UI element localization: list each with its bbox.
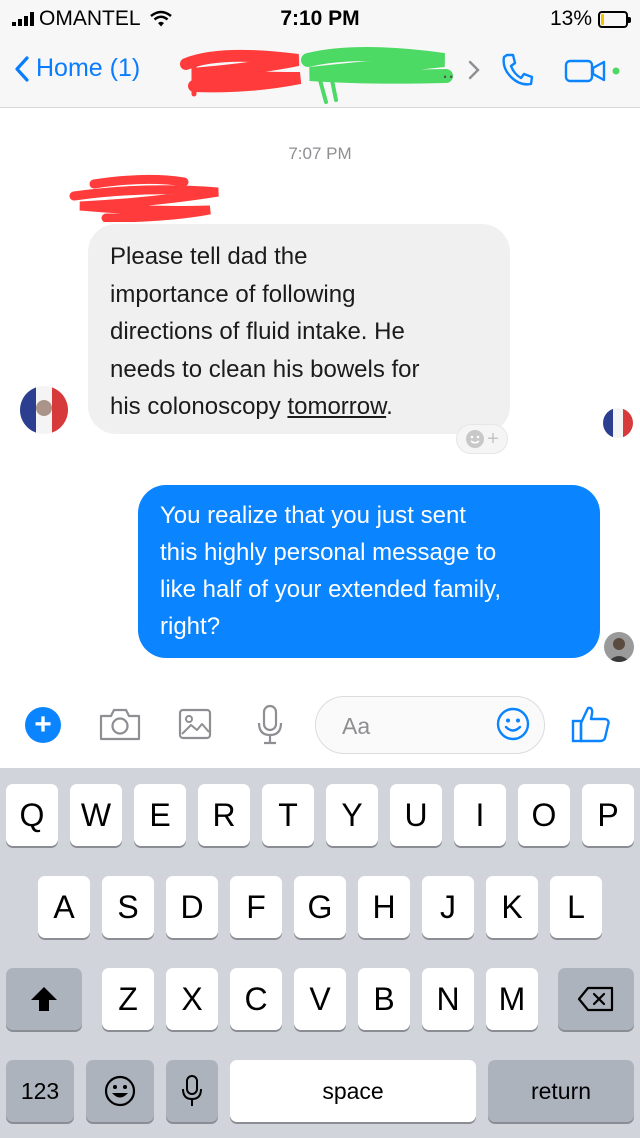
key-h[interactable]: H bbox=[358, 876, 410, 938]
redaction-scribble-red bbox=[180, 49, 302, 97]
key-g[interactable]: G bbox=[294, 876, 346, 938]
battery-level bbox=[601, 13, 604, 25]
key-z[interactable]: Z bbox=[102, 968, 154, 1030]
sender-name-redaction bbox=[69, 174, 219, 222]
camera-icon[interactable] bbox=[98, 706, 142, 742]
chevron-left-icon bbox=[15, 55, 29, 82]
key-v[interactable]: V bbox=[294, 968, 346, 1030]
key-y[interactable]: Y bbox=[326, 784, 378, 846]
key-i[interactable]: I bbox=[454, 784, 506, 846]
key-q[interactable]: Q bbox=[6, 784, 58, 846]
emoji-keyboard-icon bbox=[104, 1075, 136, 1107]
my-avatar bbox=[604, 632, 634, 662]
date-link[interactable]: tomorrow bbox=[287, 393, 386, 420]
microphone-icon[interactable] bbox=[256, 704, 284, 746]
key-a[interactable]: A bbox=[38, 876, 90, 938]
shift-key[interactable] bbox=[6, 968, 82, 1030]
clock: 7:10 PM bbox=[280, 7, 360, 30]
incoming-message-bubble[interactable]: Please tell dad the importance of follow… bbox=[88, 224, 510, 434]
key-e[interactable]: E bbox=[134, 784, 186, 846]
reaction-plus: + bbox=[487, 427, 499, 450]
message-line: directions of fluid intake. He bbox=[110, 318, 405, 345]
key-d[interactable]: D bbox=[166, 876, 218, 938]
dictation-key[interactable] bbox=[166, 1060, 218, 1122]
message-line: You realize that you just sent bbox=[160, 502, 466, 529]
message-text: his colonoscopy bbox=[110, 393, 288, 420]
key-c[interactable]: C bbox=[230, 968, 282, 1030]
message-line: importance of following bbox=[110, 280, 356, 308]
read-receipt-avatar bbox=[603, 408, 633, 438]
numbers-key[interactable]: 123 bbox=[6, 1060, 74, 1122]
key-p[interactable]: P bbox=[582, 784, 634, 846]
key-j[interactable]: J bbox=[422, 876, 474, 938]
battery-area: 13% bbox=[549, 7, 631, 31]
message-line: this highly personal message to bbox=[160, 539, 497, 566]
message-line: right? bbox=[160, 613, 221, 640]
chevron-right-icon[interactable] bbox=[468, 60, 480, 80]
on-screen-keyboard: Q W E R T Y U I O P A S D F G H J K L Z … bbox=[0, 768, 640, 1138]
key-t[interactable]: T bbox=[262, 784, 314, 846]
add-reaction-button[interactable]: + bbox=[456, 424, 508, 454]
more-actions-button[interactable]: + bbox=[25, 707, 61, 743]
key-l[interactable]: L bbox=[550, 876, 602, 938]
key-n[interactable]: N bbox=[422, 968, 474, 1030]
back-button[interactable]: Home (1) bbox=[14, 54, 140, 83]
photo-icon[interactable] bbox=[178, 708, 212, 740]
message-timestamp: 7:07 PM bbox=[288, 144, 352, 163]
delete-key[interactable] bbox=[558, 968, 634, 1030]
backspace-icon bbox=[577, 986, 614, 1012]
title-ellipsis: .. bbox=[442, 58, 455, 83]
emoji-icon[interactable] bbox=[496, 707, 530, 741]
space-key[interactable]: space bbox=[230, 1060, 476, 1122]
video-icon[interactable] bbox=[564, 58, 624, 84]
conversation-header: Home (1) .. bbox=[0, 36, 640, 108]
key-r[interactable]: R bbox=[198, 784, 250, 846]
key-w[interactable]: W bbox=[70, 784, 122, 846]
status-bar: OMANTEL 7:10 PM 13% bbox=[0, 0, 640, 36]
emoji-keyboard-key[interactable] bbox=[86, 1060, 154, 1122]
thumbs-up-icon[interactable] bbox=[570, 704, 612, 744]
sender-avatar[interactable] bbox=[20, 386, 68, 434]
key-m[interactable]: M bbox=[486, 968, 538, 1030]
key-x[interactable]: X bbox=[166, 968, 218, 1030]
message-line: his colonoscopy tomorrow. bbox=[110, 388, 492, 426]
message-line: Please tell dad the bbox=[110, 243, 308, 270]
shift-arrow-icon bbox=[31, 987, 57, 1011]
outgoing-message-bubble[interactable]: You realize that you just sent this high… bbox=[138, 485, 600, 658]
microphone-icon bbox=[182, 1075, 202, 1106]
battery-percent: 13% bbox=[549, 7, 592, 30]
message-text: . bbox=[386, 393, 393, 420]
message-line: needs to clean his bowels for bbox=[110, 355, 420, 383]
key-b[interactable]: B bbox=[358, 968, 410, 1030]
key-f[interactable]: F bbox=[230, 876, 282, 938]
key-o[interactable]: O bbox=[518, 784, 570, 846]
redaction-scribble-green bbox=[301, 47, 453, 104]
key-u[interactable]: U bbox=[390, 784, 442, 846]
back-label: Home (1) bbox=[36, 54, 141, 82]
return-key[interactable]: return bbox=[488, 1060, 634, 1122]
key-k[interactable]: K bbox=[486, 876, 538, 938]
message-line: like half of your extended family, bbox=[160, 576, 502, 603]
message-composer: + Aa bbox=[0, 680, 640, 768]
phone-icon[interactable] bbox=[500, 52, 534, 88]
battery-icon bbox=[598, 10, 631, 28]
key-s[interactable]: S bbox=[102, 876, 154, 938]
smiley-icon bbox=[466, 430, 485, 448]
